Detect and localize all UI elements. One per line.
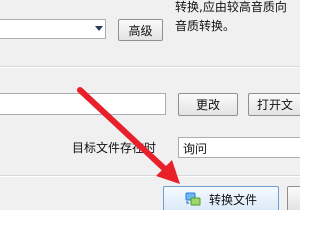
convert-files-label: 转换文件	[208, 192, 257, 207]
target-exists-select[interactable]: 询问	[178, 137, 300, 158]
quality-note: 转换,应由较高音质向 音质转换。	[175, 0, 300, 36]
convert-files-button[interactable]: 转换文件	[163, 186, 279, 210]
output-folder-input[interactable]	[0, 93, 166, 115]
open-folder-button[interactable]: 打开文	[248, 93, 300, 116]
quality-note-line: 转换,应由较高音质向	[175, 0, 287, 14]
target-exists-label: 目标文件存在时	[72, 141, 157, 155]
convert-icon	[185, 192, 201, 206]
advanced-button[interactable]: 高级	[118, 19, 163, 41]
chevron-down-icon[interactable]	[95, 26, 103, 31]
divider	[0, 176, 300, 177]
extra-button[interactable]	[287, 186, 300, 210]
app-window: 高级 转换,应由较高音质向 音质转换。 更改 打开文 目标文件存在时 询问 转换…	[0, 0, 320, 240]
quality-note-line: 音质转换。	[175, 19, 236, 33]
settings-panel: 高级 转换,应由较高音质向 音质转换。 更改 打开文 目标文件存在时 询问 转换…	[0, 0, 300, 210]
change-button[interactable]: 更改	[178, 93, 238, 116]
format-dropdown[interactable]	[0, 19, 106, 39]
divider	[0, 67, 300, 68]
